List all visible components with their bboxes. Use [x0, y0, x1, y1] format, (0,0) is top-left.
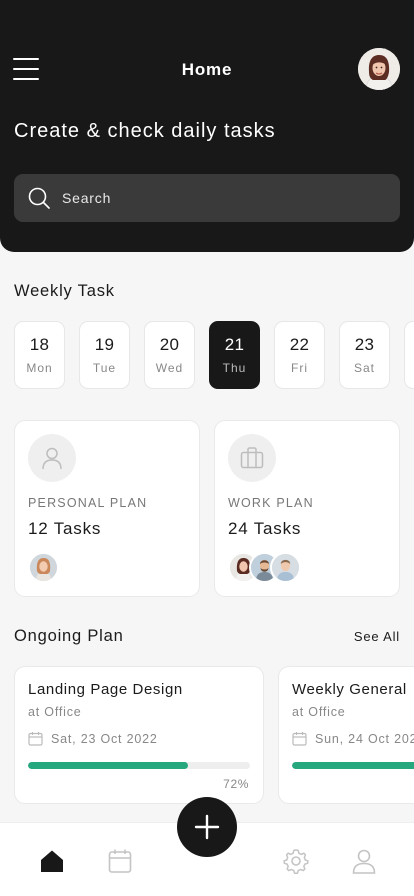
header: Home Create & check daily tasks Search: [0, 0, 414, 252]
task-date: Sat, 23 Oct 2022: [51, 731, 158, 746]
plan-members: [28, 552, 59, 583]
ongoing-plan-title: Ongoing Plan: [14, 627, 124, 645]
plus-icon: [194, 814, 220, 840]
progress-percent: 72%: [223, 777, 249, 791]
briefcase-icon: [240, 447, 264, 469]
day-item[interactable]: 20 Wed: [144, 321, 195, 389]
weekly-task-title: Weekly Task: [14, 282, 115, 300]
settings-gear-icon[interactable]: [282, 847, 310, 875]
day-item[interactable]: 22 Fri: [274, 321, 325, 389]
progress-fill: [28, 762, 188, 769]
calendar-icon: [292, 732, 307, 746]
day-item[interactable]: 23 Sat: [339, 321, 390, 389]
day-number: 20: [159, 335, 180, 354]
day-number: 23: [354, 335, 375, 354]
task-title: Landing Page Design: [28, 681, 183, 698]
home-icon[interactable]: [38, 847, 66, 875]
page-title: Home: [181, 60, 233, 79]
day-item[interactable]: 18 Mon: [14, 321, 65, 389]
calendar-icon[interactable]: [106, 847, 134, 875]
search-placeholder: Search: [62, 190, 112, 206]
add-task-button[interactable]: [177, 797, 237, 857]
day-number: 22: [289, 335, 310, 354]
person-icon: [42, 447, 62, 470]
task-location: at Office: [28, 705, 82, 719]
progress-bar: [28, 762, 250, 769]
search-input[interactable]: Search: [14, 174, 400, 222]
week-day-selector: 18 Mon 19 Tue 20 Wed 21 Thu 22 Fri 23 Sa…: [14, 321, 414, 389]
day-name: Mon: [26, 361, 53, 375]
progress-bar: [292, 762, 414, 769]
avatar[interactable]: [358, 48, 400, 90]
ongoing-task-card[interactable]: Weekly General at Office Sun, 24 Oct 202…: [278, 666, 414, 804]
day-number: 19: [94, 335, 115, 354]
plan-task-count: 12 Tasks: [28, 519, 102, 538]
day-name: Sat: [353, 361, 375, 375]
day-item[interactable]: 19 Tue: [79, 321, 130, 389]
plan-label: WORK PLAN: [228, 496, 314, 510]
ongoing-plan-carousel: Landing Page Design at Office Sat, 23 Oc…: [0, 666, 414, 816]
day-item-selected[interactable]: 21 Thu: [209, 321, 260, 389]
search-icon: [28, 187, 50, 209]
avatar: [28, 552, 59, 583]
day-name: Thu: [222, 361, 247, 375]
task-date: Sun, 24 Oct 2022: [315, 731, 414, 746]
task-title: Weekly General: [292, 681, 407, 698]
task-location: at Office: [292, 705, 346, 719]
work-plan-card[interactable]: WORK PLAN 24 Tasks: [214, 420, 400, 597]
plan-label: PERSONAL PLAN: [28, 496, 148, 510]
plan-task-count: 24 Tasks: [228, 519, 302, 538]
day-item-partial[interactable]: [404, 321, 414, 389]
calendar-icon: [28, 732, 43, 746]
profile-icon[interactable]: [350, 847, 378, 875]
day-name: Fri: [291, 361, 308, 375]
progress-fill: [292, 762, 414, 769]
personal-plan-card[interactable]: PERSONAL PLAN 12 Tasks: [14, 420, 200, 597]
header-subtitle: Create & check daily tasks: [14, 120, 276, 142]
day-name: Wed: [155, 361, 184, 375]
day-number: 18: [29, 335, 50, 354]
avatar: [270, 552, 301, 583]
day-number: 21: [224, 335, 245, 354]
ongoing-task-card[interactable]: Landing Page Design at Office Sat, 23 Oc…: [14, 666, 264, 804]
plan-members: [228, 552, 301, 583]
day-name: Tue: [92, 361, 117, 375]
see-all-link[interactable]: See All: [354, 629, 400, 644]
